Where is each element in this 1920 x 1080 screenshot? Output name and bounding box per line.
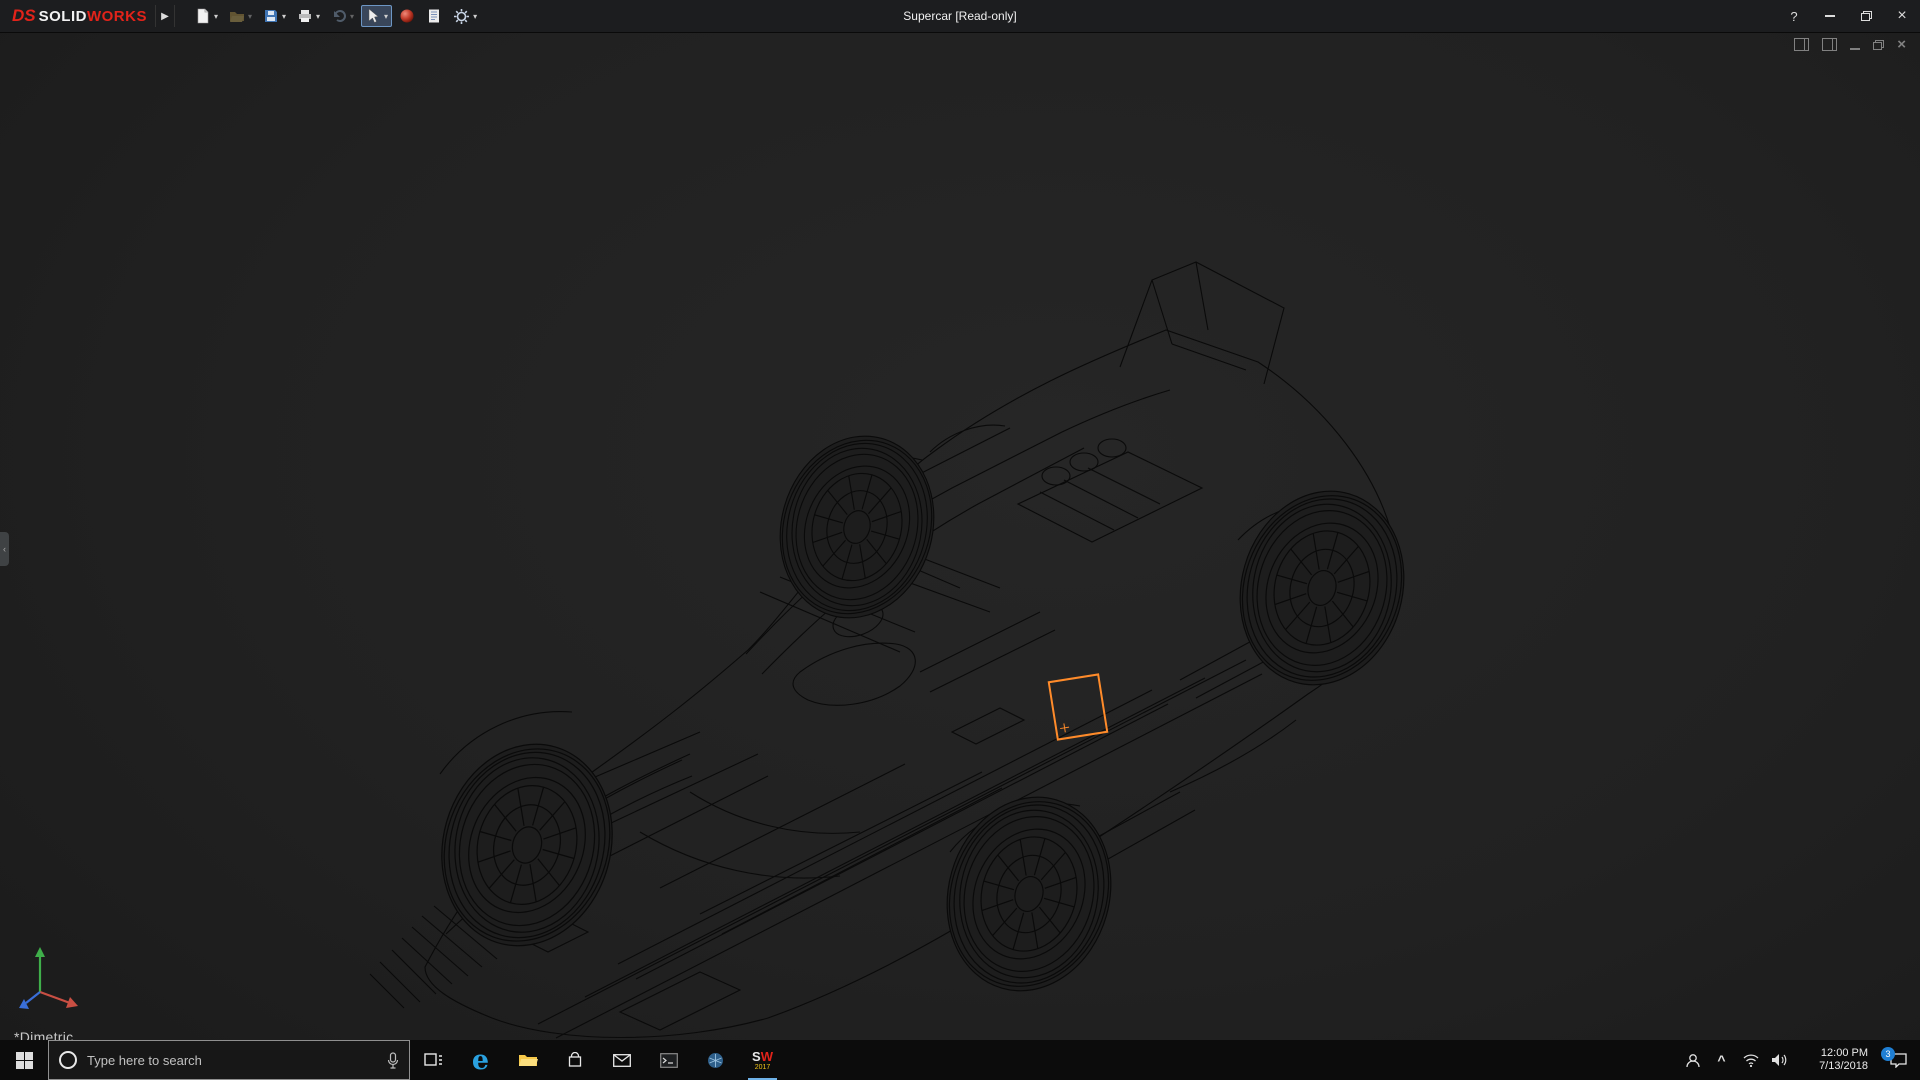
solidworks-logo: DS SOLID WORKS [0,6,155,26]
open-button[interactable]: ▾ [225,5,256,27]
help-icon: ? [1790,9,1797,24]
menu-flyout-button[interactable]: ▶ [155,5,175,27]
edit-appearance-button[interactable] [395,5,419,27]
titlebar: DS SOLID WORKS ▶ ▾ ▾ ▾ ▾ [0,0,1920,33]
mail-button[interactable] [598,1040,645,1080]
hidden-icons-button[interactable]: ^ [1707,1040,1736,1080]
people-button[interactable] [1678,1040,1707,1080]
help-button[interactable]: ? [1776,0,1812,32]
speaker-icon [1771,1053,1788,1067]
save-icon [263,8,279,24]
graphics-viewport[interactable]: × ‹ *Dimetric [0,32,1920,1040]
edge-icon: e [472,1047,489,1074]
view-orientation-label: *Dimetric [14,1029,73,1040]
folder-icon [518,1052,538,1068]
print-button[interactable]: ▾ [293,5,324,27]
ds-logo-icon: DS [12,6,36,26]
sw-letter-w: W [761,1049,773,1064]
select-cursor-icon [365,8,381,24]
solidworks-2017-icon: SW 2017 [752,1050,773,1071]
taskbar-search-input[interactable]: Type here to search [48,1040,410,1080]
options-button[interactable]: ▾ [449,5,481,28]
restore-button[interactable] [1848,0,1884,32]
chevron-down-icon[interactable]: ▾ [316,12,320,21]
open-folder-icon [229,8,245,24]
new-document-icon [195,8,211,24]
network-button[interactable] [1736,1040,1765,1080]
save-button[interactable]: ▾ [259,5,290,27]
car-wheels [415,416,1430,1013]
action-center-button[interactable]: 3 [1876,1053,1920,1068]
system-tray: ^ 12:00 PM 7/13/2018 3 [1678,1040,1920,1080]
logo-text-solid: SOLID [39,8,87,25]
chevron-up-icon: ^ [1717,1052,1725,1068]
feature-tree-collapse-tab[interactable]: ‹ [0,532,9,566]
chevron-down-icon[interactable]: ▾ [350,12,354,21]
volume-button[interactable] [1765,1040,1794,1080]
task-view-button[interactable] [410,1040,457,1080]
sw-letter-s: S [752,1049,761,1064]
doc-close-icon[interactable]: × [1897,39,1906,51]
clock-date: 7/13/2018 [1794,1060,1868,1073]
solidworks-window: DS SOLID WORKS ▶ ▾ ▾ ▾ ▾ [0,0,1920,1080]
clock-time: 12:00 PM [1794,1047,1868,1060]
chevron-down-icon[interactable]: ▾ [282,12,286,21]
edge-browser-button[interactable]: e [457,1040,504,1080]
chevron-down-icon[interactable]: ▾ [248,12,252,21]
command-prompt-button[interactable] [645,1040,692,1080]
task-view-icon [424,1052,443,1068]
minimize-button[interactable] [1812,0,1848,32]
undo-button[interactable]: ▾ [327,5,358,27]
appearance-sphere-icon [399,8,415,24]
people-icon [1685,1053,1701,1068]
windows-logo-icon [16,1052,33,1069]
terminal-icon [660,1053,678,1068]
car-wireframe-model[interactable] [0,32,1920,1040]
orientation-triad [10,942,90,1014]
blue-sphere-icon [707,1052,724,1069]
chevron-down-icon[interactable]: ▾ [473,12,477,21]
new-document-button[interactable]: ▾ [191,5,222,27]
mail-envelope-icon [613,1054,631,1067]
gear-icon [453,8,470,25]
doc-minimize-icon[interactable] [1850,40,1860,50]
selected-component-highlight[interactable] [1048,673,1109,740]
chevron-down-icon[interactable]: ▾ [214,12,218,21]
minimize-icon [1825,15,1835,17]
windows-taskbar: Type here to search e SW 2017 [0,1040,1920,1080]
file-explorer-button[interactable] [504,1040,551,1080]
collapse-arrow-icon: ‹ [3,544,6,554]
solidworks-app-button[interactable]: SW 2017 [739,1040,786,1080]
chevron-down-icon[interactable]: ▾ [384,12,388,21]
start-button[interactable] [0,1040,48,1080]
restore-icon [1861,11,1872,21]
doc-restore-icon[interactable] [1873,40,1884,50]
select-button[interactable]: ▾ [361,5,392,27]
edrawings-button[interactable] [692,1040,739,1080]
play-icon: ▶ [161,11,169,22]
file-properties-icon [426,8,442,24]
store-bag-icon [567,1052,583,1068]
taskbar-clock[interactable]: 12:00 PM 7/13/2018 [1794,1047,1876,1073]
sw-year-label: 2017 [755,1064,771,1071]
microsoft-store-button[interactable] [551,1040,598,1080]
quick-access-toolbar: ▾ ▾ ▾ ▾ ▾ ▾ [191,5,481,28]
search-placeholder-text: Type here to search [87,1053,377,1068]
file-properties-button[interactable] [422,5,446,27]
undo-icon [331,8,347,24]
selection-origin-marker [1059,723,1069,733]
wifi-icon [1742,1053,1760,1067]
close-button[interactable]: × [1884,0,1920,32]
notification-badge: 3 [1881,1047,1895,1061]
microphone-icon[interactable] [387,1052,399,1069]
cortana-icon [59,1051,77,1069]
window-controls: ? × [1776,0,1920,32]
close-icon: × [1897,7,1906,25]
logo-text-works: WORKS [87,8,147,25]
new-window-icon[interactable] [1794,38,1809,51]
print-icon [297,8,313,24]
document-window-controls: × [1794,38,1906,51]
tile-window-icon[interactable] [1822,38,1837,51]
